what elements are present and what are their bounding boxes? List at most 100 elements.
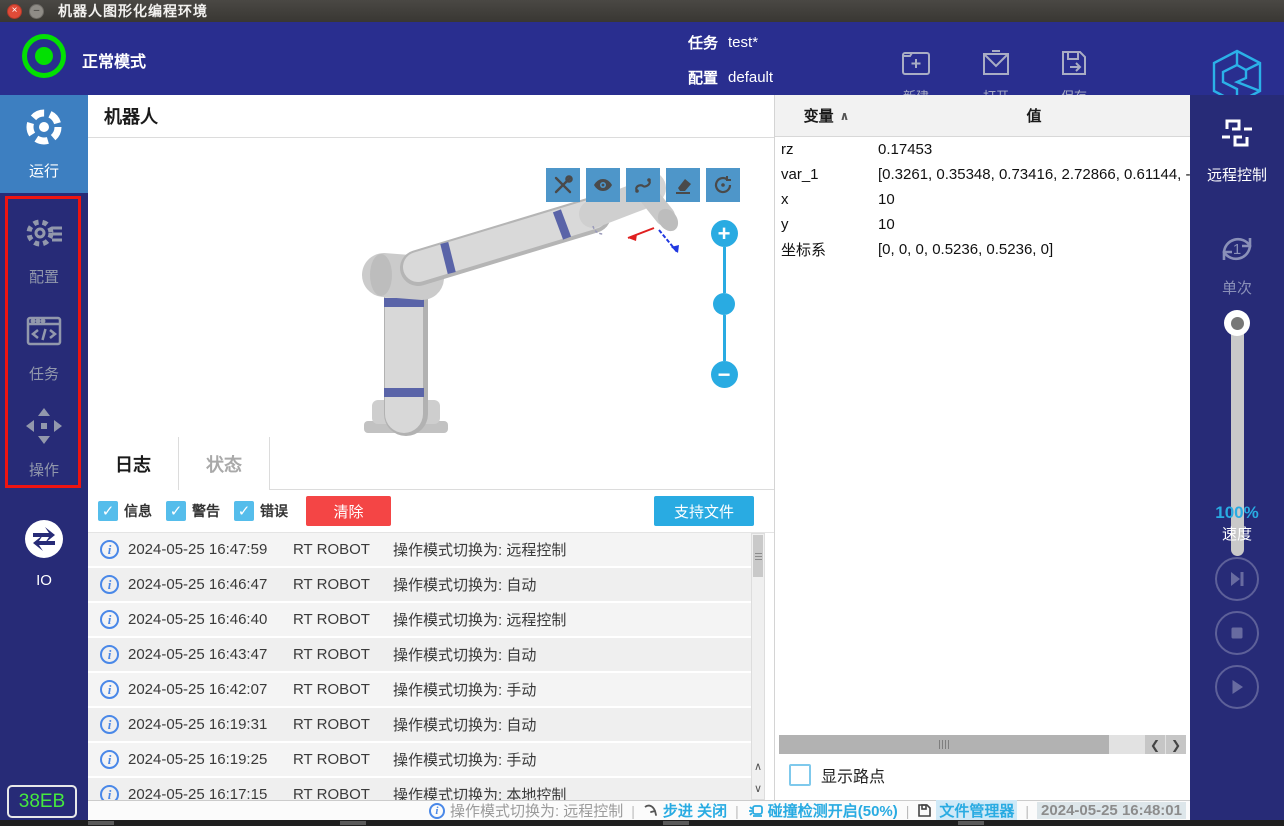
path-button[interactable] [626,168,660,202]
sidebar-item-config[interactable]: 配置 [0,201,88,298]
sidebar-item-io[interactable]: IO [0,509,88,599]
variable-row[interactable]: y 10 [775,212,1190,237]
collision-detect-icon [747,802,764,819]
variable-row[interactable]: 坐标系 [0, 0, 0, 0.5236, 0.5236, 0] [775,237,1190,262]
scroll-right-icon[interactable]: ❯ [1166,735,1186,754]
info-icon: i [429,803,445,819]
visibility-button[interactable] [586,168,620,202]
left-sidebar: 运行 配置 任务 操作 IO 38EB [0,95,88,820]
scroll-down-icon[interactable]: ∨ [752,777,764,799]
single-cycle-button[interactable]: 1 单次 [1190,227,1284,298]
log-time: 2024-05-25 16:19:31 [128,716,293,733]
log-row[interactable]: i 2024-05-25 16:46:47 RT ROBOT 操作模式切换为: … [88,568,752,603]
minimize-icon[interactable]: – [29,4,44,19]
title-bar: × – 机器人图形化编程环境 [0,0,1284,22]
info-icon: i [100,750,119,769]
log-source: RT ROBOT [293,646,393,663]
show-waypoints-label: 显示路点 [821,763,885,787]
warning-checkbox[interactable]: ✓ [166,501,186,521]
path-icon [632,174,654,196]
statusbar-collision-toggle[interactable]: 碰撞检测开启(50%) [768,800,898,821]
log-scrollbar[interactable]: ∧ ∨ [751,533,765,800]
log-source: RT ROBOT [293,786,393,800]
log-row[interactable]: i 2024-05-25 16:19:31 RT ROBOT 操作模式切换为: … [88,708,752,743]
info-checkbox-label: 信息 [124,501,152,521]
horizontal-scrollbar-thumb[interactable] [779,735,1109,754]
log-filter-bar: ✓ 信息 ✓ 警告 ✓ 错误 清除 支持文件 [88,490,774,533]
zoom-out-button[interactable]: − [711,361,738,388]
eraser-button[interactable] [666,168,700,202]
tools-button[interactable] [546,168,580,202]
tab-status[interactable]: 状态 [179,437,270,490]
sidebar-item-operate[interactable]: 操作 [0,395,88,491]
run-icon [24,107,64,152]
log-message: 操作模式切换为: 自动 [393,574,536,595]
variable-name: rz [775,141,878,158]
log-list[interactable]: i 2024-05-25 16:47:59 RT ROBOT 操作模式切换为: … [88,533,752,800]
robot-panel-title: 机器人 [88,95,774,138]
statusbar-step-toggle[interactable]: 步进 关闭 [663,800,727,821]
remote-control-button[interactable]: 远程控制 [1190,113,1284,185]
robot-panel: 机器人 [88,95,775,437]
sidebar-item-task[interactable]: 任务 [0,298,88,395]
config-label: 配置 [688,67,718,88]
status-badge[interactable]: 38EB [7,785,77,818]
clear-button[interactable]: 清除 [306,496,391,526]
log-row[interactable]: i 2024-05-25 16:17:15 RT ROBOT 操作模式切换为: … [88,778,752,800]
remote-control-label: 远程控制 [1207,164,1267,185]
support-files-button[interactable]: 支持文件 [654,496,754,526]
variable-row[interactable]: x 10 [775,187,1190,212]
column-header-variable[interactable]: 变量 ∧ [775,95,878,136]
scroll-up-icon[interactable]: ∧ [752,755,764,777]
variable-row[interactable]: rz 0.17453 [775,137,1190,162]
reset-view-button[interactable] [706,168,740,202]
log-time: 2024-05-25 16:17:15 [128,786,293,800]
config-gear-icon [22,213,66,258]
log-row[interactable]: i 2024-05-25 16:19:25 RT ROBOT 操作模式切换为: … [88,743,752,778]
zoom-in-button[interactable]: + [711,220,738,247]
variable-value: 10 [878,191,1190,208]
sidebar-item-run[interactable]: 运行 [0,95,88,193]
bottom-taskbar-strip [0,820,1284,826]
log-row[interactable]: i 2024-05-25 16:43:47 RT ROBOT 操作模式切换为: … [88,638,752,673]
column-header-value[interactable]: 值 [878,95,1190,136]
window-title: 机器人图形化编程环境 [58,1,208,21]
log-source: RT ROBOT [293,611,393,628]
sidebar-item-label: 配置 [29,266,59,287]
show-waypoints-checkbox[interactable] [789,764,811,786]
log-row[interactable]: i 2024-05-25 16:46:40 RT ROBOT 操作模式切换为: … [88,603,752,638]
log-scrollbar-thumb[interactable] [753,535,763,577]
horizontal-scrollbar[interactable]: ❮ ❯ [779,735,1186,754]
log-row[interactable]: i 2024-05-25 16:42:07 RT ROBOT 操作模式切换为: … [88,673,752,708]
variable-value: [0, 0, 0, 0.5236, 0.5236, 0] [878,241,1190,258]
variables-panel: 变量 ∧ 值 rz 0.17453 var_1 [0.3261, 0.35348… [775,95,1190,800]
info-checkbox[interactable]: ✓ [98,501,118,521]
variable-value: [0.3261, 0.35348, 0.73416, 2.72866, 0.61… [878,166,1190,183]
reset-view-icon [712,174,734,196]
statusbar-file-manager[interactable]: 文件管理器 [936,800,1017,821]
stop-button[interactable] [1215,611,1259,655]
zoom-slider-handle[interactable] [713,293,735,315]
robot-3d-view[interactable]: + − [88,138,774,436]
zoom-slider-track[interactable] [723,315,726,361]
error-checkbox[interactable]: ✓ [234,501,254,521]
info-icon: i [100,610,119,629]
zoom-slider-track[interactable] [723,247,726,293]
log-row[interactable]: i 2024-05-25 16:47:59 RT ROBOT 操作模式切换为: … [88,533,752,568]
tools-icon [552,174,574,196]
variable-row[interactable]: var_1 [0.3261, 0.35348, 0.73416, 2.72866… [775,162,1190,187]
log-panel: 日志 状态 ✓ 信息 ✓ 警告 ✓ 错误 清除 支持文件 i 2024-05-2… [88,437,775,800]
speed-slider-handle[interactable] [1224,310,1250,336]
close-icon[interactable]: × [7,4,22,19]
scroll-left-icon[interactable]: ❮ [1145,735,1165,754]
status-bar: i 操作模式切换为: 远程控制 | 步进 关闭 | 碰撞检测开启(50%) | … [88,800,1190,820]
step-next-button[interactable] [1215,557,1259,601]
variable-name: x [775,191,878,208]
status-indicator-icon [22,34,66,78]
info-icon: i [100,645,119,664]
zoom-control: + − [710,220,738,410]
variable-name: var_1 [775,166,878,183]
tab-log[interactable]: 日志 [88,437,179,490]
new-file-icon [900,47,932,84]
play-button[interactable] [1215,665,1259,709]
